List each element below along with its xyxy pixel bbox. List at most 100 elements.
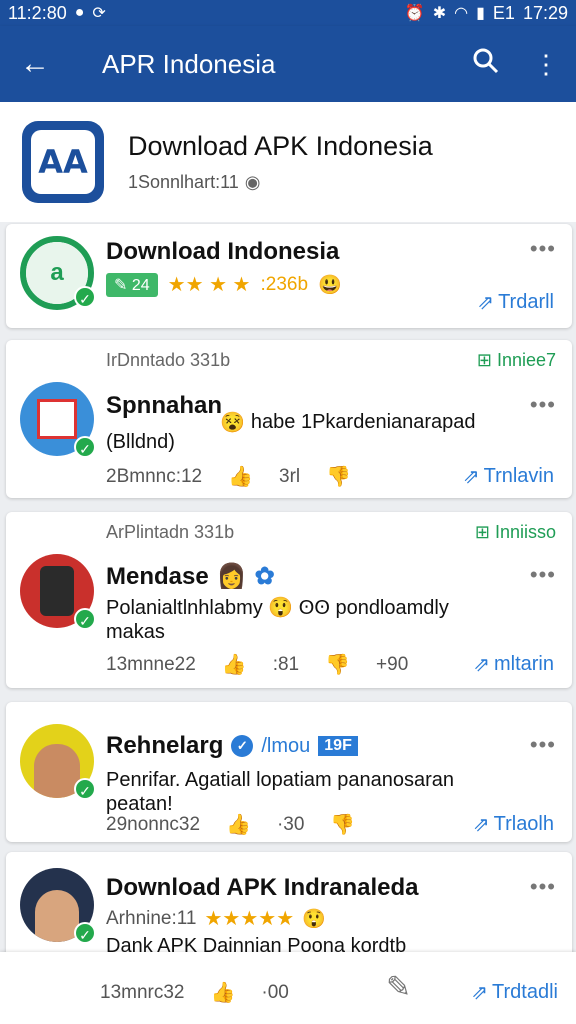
- like-count: ·00: [261, 981, 289, 1003]
- phone-icon: [40, 566, 74, 616]
- post-author[interactable]: Rehnelarg ✓ /lmou 19F: [106, 732, 358, 760]
- inline-post-text: 😵 habe 1Pkardenianarapad: [220, 410, 476, 435]
- page-logo-text: AA: [31, 130, 95, 194]
- post-author[interactable]: Mendase 👩 ✿: [106, 562, 275, 591]
- more-vertical-icon: ⋮: [533, 48, 559, 79]
- arrow-left-icon: ←: [20, 47, 50, 80]
- like-count: 3rl: [279, 465, 301, 487]
- share-icon: ⇗: [477, 292, 495, 314]
- share-button[interactable]: ⇗ Trdarll: [477, 290, 554, 315]
- page-logo[interactable]: AA: [22, 121, 104, 203]
- share-label: Trdarll: [498, 291, 554, 313]
- bottom-footer: 13mnrc32 👍 ·00: [100, 980, 289, 1005]
- emoji-icon: 😲: [302, 908, 326, 930]
- like-count: ·30: [276, 813, 305, 835]
- status-bar: 11:2:80 ● ⟳ ⏰ ✱ ◠ ▮ E1 17:29: [0, 0, 576, 26]
- verified-icon: ✓: [74, 286, 96, 308]
- post-meta-right: ⊞ Inniee7: [477, 350, 556, 371]
- post-footer: 2Bmnnc:12 👍 3rl 👎: [106, 464, 351, 489]
- post-body: Dank APK Dainnian Poona kordtb mabes: [106, 935, 407, 952]
- verified-badge-icon: ✿: [254, 563, 275, 590]
- post-meta-right: ⊞ Inniisso: [475, 522, 556, 543]
- post-handle: /lmou: [261, 734, 311, 757]
- post-meta-right-text: Inniisso: [494, 522, 556, 542]
- dislike-icon[interactable]: 👎: [326, 464, 351, 489]
- post-meta: ArPlintadn 331b: [106, 522, 235, 542]
- person-icon: [35, 890, 79, 942]
- post-card: ✓ Download APK Indranaleda Arhnine:11 ★★…: [6, 852, 572, 952]
- page-subtitle-text: 1Sonnlhart:11: [128, 172, 239, 192]
- dislike-icon[interactable]: 👎: [330, 812, 355, 837]
- post-body: (Blldnd): [106, 431, 175, 453]
- verified-icon: ✓: [74, 922, 96, 944]
- status-time-left: 11:2:80: [8, 2, 67, 23]
- post-more-button[interactable]: •••: [530, 236, 556, 262]
- post-time: 13mnrc32: [100, 981, 185, 1003]
- share-button[interactable]: ⇗ Trlaolh: [473, 812, 554, 837]
- page-info: Download APK Indonesia 1Sonnlhart:11 ◉: [128, 131, 433, 193]
- post-card: ✓ Rehnelarg ✓ /lmou 19F Penrifar. Agatia…: [6, 702, 572, 842]
- gift-icon: ⊞: [476, 350, 492, 370]
- like-icon[interactable]: 👍: [228, 464, 253, 489]
- like-count: :81: [272, 653, 300, 675]
- app-icon: [37, 399, 77, 439]
- globe-icon: ◉: [244, 172, 261, 192]
- post-more-button[interactable]: •••: [530, 392, 556, 418]
- like-icon[interactable]: 👍: [222, 652, 247, 677]
- share-icon: ⇗: [472, 814, 490, 836]
- post-time: 2Bmnnc:12: [106, 465, 203, 487]
- share-button[interactable]: ⇗ Trnlavin: [463, 464, 554, 489]
- sync-icon: ⟳: [92, 5, 106, 22]
- verified-icon: ✓: [74, 608, 96, 630]
- app-bar-title: APR Indonesia: [102, 48, 276, 79]
- bluetooth-icon: ✱: [432, 5, 447, 22]
- verified-icon: ✓: [74, 778, 96, 800]
- verified-check-icon: ✓: [231, 735, 254, 757]
- like-icon[interactable]: 👍: [226, 812, 251, 837]
- post-footer: 29nonnc32 👍 ·30 👎: [106, 812, 355, 837]
- post-time: 29nonnc32: [106, 813, 201, 835]
- emoji-icon: 😃: [318, 274, 342, 296]
- post-card: IrDnntado 331b ⊞ Inniee7 ✓ Spnnahan 😵 ha…: [6, 340, 572, 498]
- post-footer: 13mnne22 👍 :81 👎 +90: [106, 652, 408, 677]
- search-button[interactable]: [456, 48, 516, 81]
- post-author[interactable]: Download Indonesia: [106, 238, 339, 266]
- dislike-icon[interactable]: 👎: [325, 652, 350, 677]
- share-label: Trnlavin: [483, 465, 554, 487]
- gift-icon: ⊞: [474, 522, 490, 542]
- bottom-action-bar: 13mnrc32 👍 ·00 ✎ ⇗ Trdtadli: [0, 952, 576, 1024]
- post-author-name: Rehnelarg: [106, 732, 224, 759]
- back-button[interactable]: ←: [0, 47, 70, 81]
- app-bar: ← APR Indonesia ⋮: [0, 26, 576, 102]
- edit-button[interactable]: ✎: [386, 970, 411, 1005]
- post-more-button[interactable]: •••: [530, 732, 556, 758]
- post-badge: 19F: [318, 736, 358, 756]
- more-options-button[interactable]: ⋮: [516, 49, 576, 80]
- share-button[interactable]: ⇗ Trdtadli: [471, 980, 558, 1005]
- post-more-button[interactable]: •••: [530, 562, 556, 588]
- emoji-icon: 😵: [220, 412, 245, 434]
- share-label: Trlaolh: [493, 813, 554, 835]
- search-icon: [473, 48, 499, 73]
- star-rating: ★★★★★: [204, 908, 295, 930]
- verified-icon: ✓: [74, 436, 96, 458]
- post-author[interactable]: Spnnahan: [106, 392, 222, 420]
- post-card: ArPlintadn 331b ⊞ Inniisso ✓ Mendase 👩 ✿…: [6, 512, 572, 688]
- share-label: Trdtadli: [492, 981, 558, 1003]
- feed[interactable]: a ✓ Download Indonesia ••• ✎ 24 ★★ ★ ★ :…: [0, 222, 576, 952]
- page-title[interactable]: Download APK Indonesia: [128, 131, 433, 162]
- page-header: AA Download APK Indonesia 1Sonnlhart:11 …: [0, 102, 576, 222]
- share-label: mltarin: [493, 653, 554, 675]
- share-icon: ⇗: [473, 654, 490, 676]
- status-time-right: 17:29: [522, 2, 568, 23]
- post-meta: Arhnine:11: [106, 907, 197, 929]
- post-author[interactable]: Download APK Indranaleda: [106, 874, 418, 902]
- share-button[interactable]: ⇗ mltarin: [473, 652, 554, 677]
- wifi-icon: ◠: [454, 5, 469, 22]
- post-meta: IrDnntado 331b: [106, 350, 231, 370]
- post-body: Polanialtlnhlabmy 😲 ʘʘ pondloamdly makas: [106, 597, 449, 643]
- post-rating-row: ✎ 24 ★★ ★ ★ :236b 😃: [106, 272, 342, 297]
- post-more-button[interactable]: •••: [530, 874, 556, 900]
- pen-icon: ✎: [114, 276, 132, 294]
- like-icon[interactable]: 👍: [211, 980, 236, 1005]
